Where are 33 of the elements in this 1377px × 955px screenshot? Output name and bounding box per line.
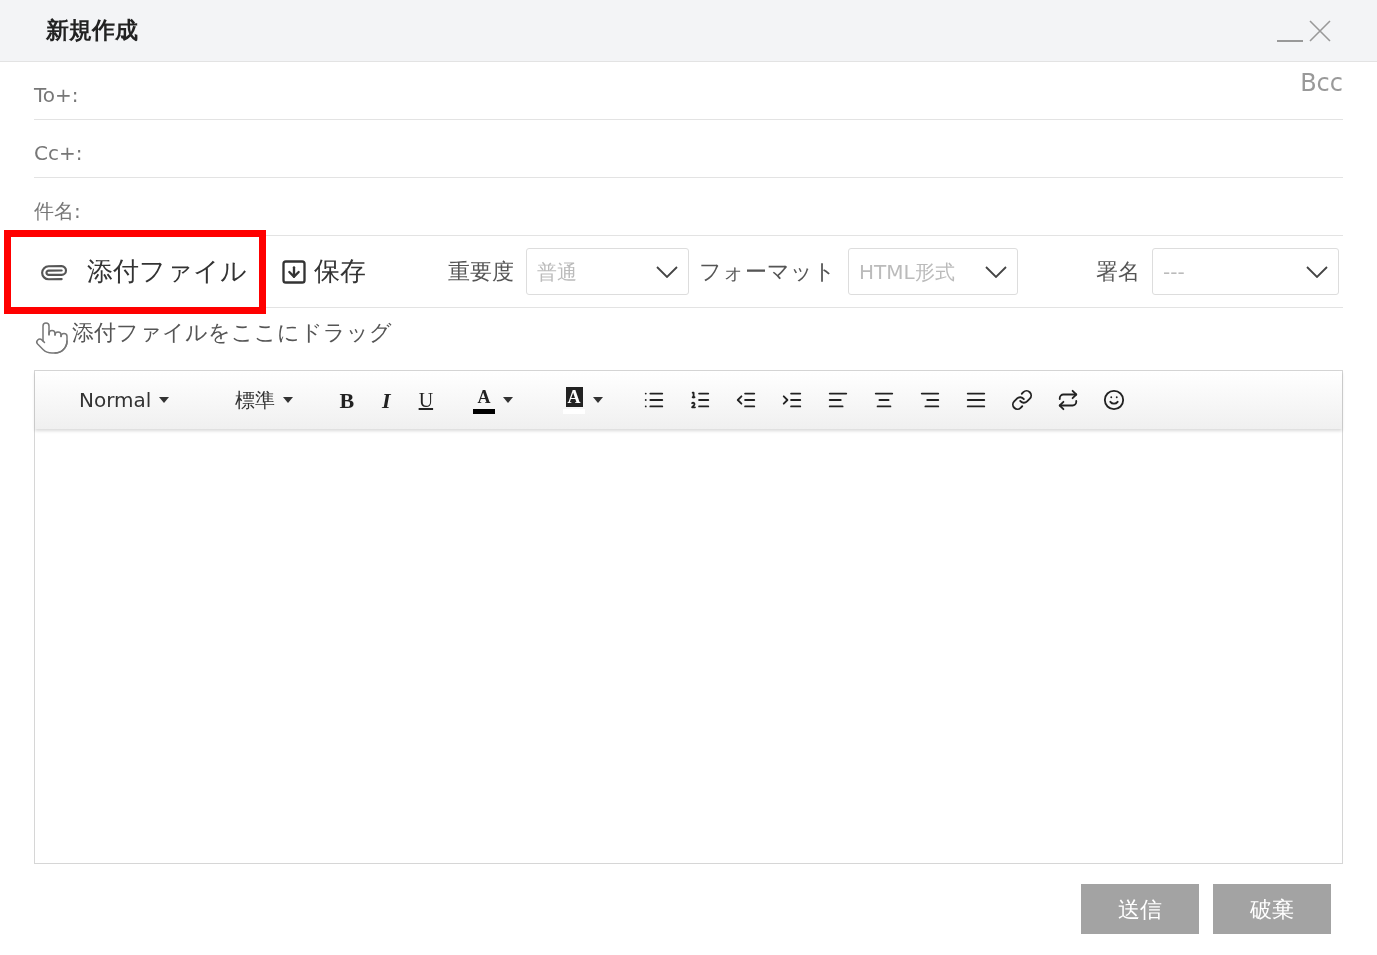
format-dropdown[interactable]: Normal — [79, 385, 170, 415]
numbered-list-icon[interactable] — [689, 389, 712, 411]
link-icon[interactable] — [1011, 389, 1034, 411]
chevron-icon — [1306, 265, 1328, 278]
save-button[interactable]: 保存 — [280, 252, 366, 291]
select-label: 署名 — [1096, 258, 1140, 286]
attach-button[interactable]: 添付ファイル — [41, 252, 247, 291]
field-label: 件名: — [34, 197, 81, 225]
select-label: フォーマット — [699, 258, 836, 286]
emoji-icon[interactable] — [1103, 389, 1126, 411]
italic-button[interactable]: I — [382, 383, 391, 417]
underline-button[interactable]: U — [418, 385, 434, 415]
drop-hint: 添付ファイルをここにドラッグ — [72, 318, 392, 347]
hand-pointer-icon — [34, 320, 70, 356]
close-icon[interactable] — [1309, 19, 1331, 42]
caret-icon — [503, 397, 514, 403]
background-color-button[interactable]: A — [565, 386, 583, 407]
chevron-icon — [656, 265, 678, 278]
save-icon — [280, 257, 308, 286]
field-label: Cc+: — [34, 139, 83, 167]
caret-icon — [283, 397, 294, 403]
minimize-icon[interactable] — [1277, 39, 1303, 42]
window-title: 新規作成 — [46, 16, 138, 46]
caret-icon — [159, 397, 170, 403]
font-color-button[interactable]: A — [475, 386, 493, 407]
format-dropdown[interactable]: 標準 — [235, 385, 294, 415]
select-label: 重要度 — [448, 258, 514, 286]
source-toggle-icon[interactable] — [1057, 389, 1080, 411]
chevron-icon — [985, 265, 1007, 278]
bold-button[interactable]: B — [339, 383, 355, 417]
field-label: To+: — [34, 81, 79, 109]
editor[interactable]: Normal 標準 B I U A A — [34, 370, 1343, 864]
caret-icon — [593, 397, 604, 403]
